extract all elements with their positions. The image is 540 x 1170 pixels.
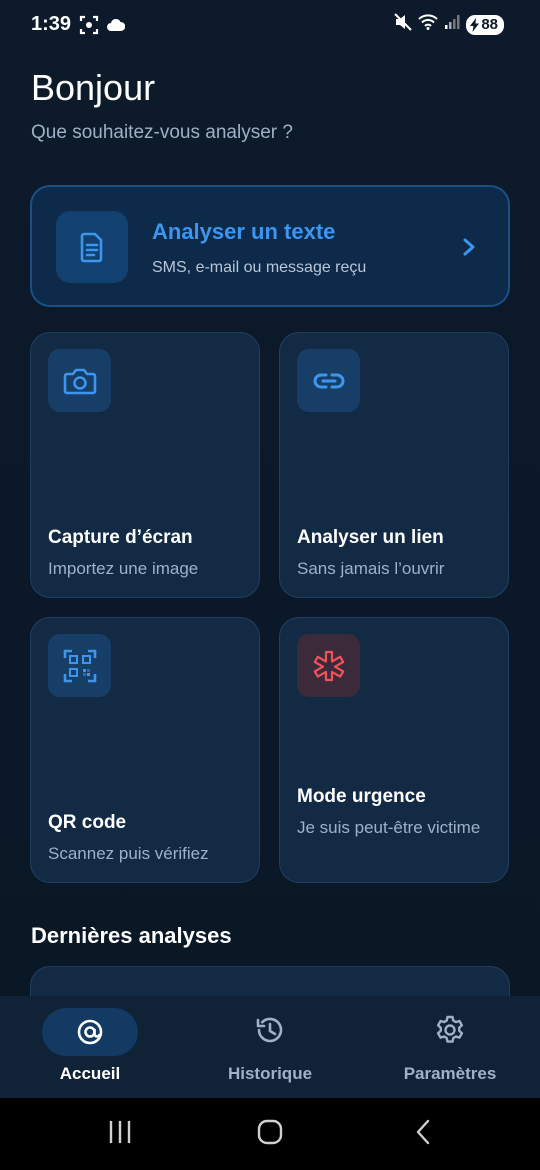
nav-history[interactable]: Historique (180, 996, 360, 1098)
screenshot-card-subtitle: Importez une image (48, 559, 199, 578)
nav-home-label: Accueil (59, 1064, 121, 1083)
emergency-mode-card[interactable]: Mode urgence Je suis peut-être victime (279, 617, 509, 883)
wifi-icon (418, 14, 439, 35)
analyze-link-card[interactable]: Analyser un lien Sans jamais l’ouvrir (279, 332, 509, 598)
link-icon (297, 349, 360, 412)
emergency-icon (297, 634, 360, 697)
analyze-link-subtitle: Sans jamais l’ouvrir (297, 559, 445, 578)
analyze-text-subtitle: SMS, e-mail ou message reçu (152, 259, 367, 276)
recent-apps-icon[interactable] (106, 1118, 134, 1151)
home-screen: 1:39 88 Bonjour Que souhaitez-vous analy… (0, 0, 540, 1170)
nav-home-pill (42, 1008, 138, 1056)
nav-settings-label: Paramètres (403, 1064, 497, 1083)
document-icon (56, 211, 128, 283)
qr-code-subtitle: Scannez puis vérifiez (48, 844, 209, 863)
screenshot-card-title: Capture d’écran (48, 527, 193, 548)
analyze-text-title: Analyser un texte (152, 219, 336, 244)
screenshot-icon (79, 15, 99, 40)
bottom-nav: Accueil Historique Paramètres (0, 996, 540, 1098)
cloud-icon (107, 18, 126, 37)
system-nav-bar (0, 1098, 540, 1170)
analyze-link-title: Analyser un lien (297, 527, 444, 548)
recent-analyses-title: Dernières analyses (31, 923, 232, 948)
home-at-icon (77, 1019, 103, 1045)
battery-level: 88 (481, 16, 498, 33)
page-subtitle: Que souhaitez-vous analyser ? (31, 122, 293, 143)
history-icon (180, 1014, 360, 1046)
home-button-icon[interactable] (256, 1118, 284, 1151)
qr-code-card[interactable]: QR code Scannez puis vérifiez (30, 617, 260, 883)
analyze-text-card[interactable]: Analyser un texte SMS, e-mail ou message… (30, 185, 510, 307)
status-time: 1:39 (31, 13, 72, 35)
chevron-right-icon (456, 233, 480, 266)
nav-home[interactable]: Accueil (0, 996, 180, 1098)
back-icon[interactable] (410, 1118, 438, 1151)
emergency-mode-title: Mode urgence (297, 786, 426, 807)
nav-settings[interactable]: Paramètres (360, 996, 540, 1098)
signal-icon (444, 14, 460, 35)
battery-charging-icon (470, 17, 480, 32)
status-bar: 1:39 88 (0, 0, 540, 52)
battery-indicator: 88 (466, 14, 504, 35)
camera-icon (48, 349, 111, 412)
gear-icon (360, 1014, 540, 1046)
qr-code-icon (48, 634, 111, 697)
nav-history-label: Historique (227, 1064, 313, 1083)
screenshot-card[interactable]: Capture d’écran Importez une image (30, 332, 260, 598)
qr-code-title: QR code (48, 812, 127, 833)
mute-icon (394, 13, 413, 36)
page-title: Bonjour (31, 67, 156, 108)
emergency-mode-subtitle: Je suis peut-être victime (297, 818, 481, 837)
